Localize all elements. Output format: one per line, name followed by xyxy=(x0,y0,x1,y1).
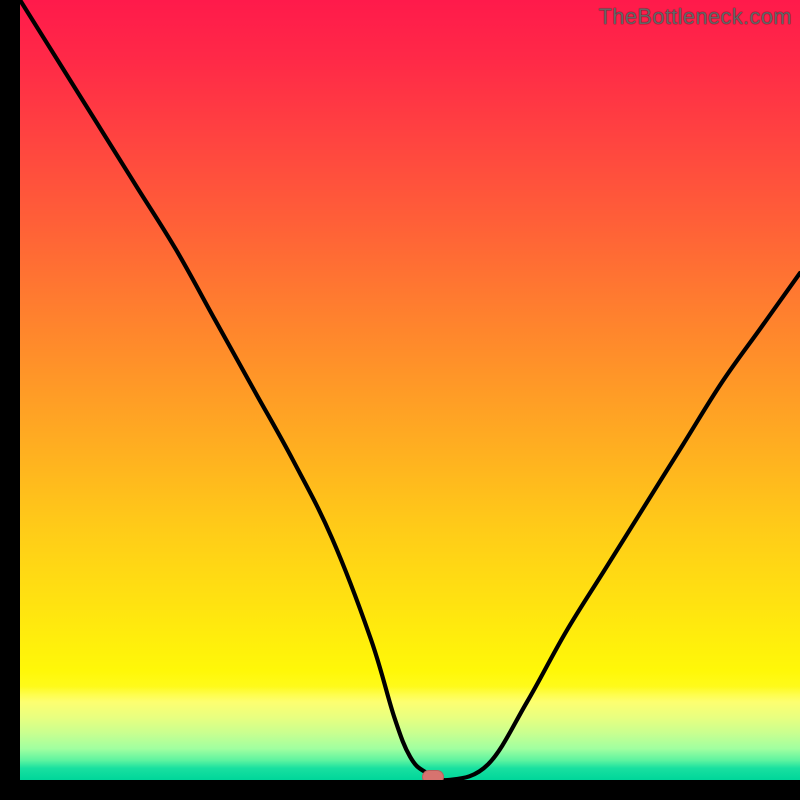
chart-marker xyxy=(422,770,444,780)
chart-plot-area xyxy=(20,0,800,780)
frame-bottom xyxy=(0,780,800,800)
chart-curve xyxy=(20,0,800,780)
watermark-text: TheBottleneck.com xyxy=(599,4,792,30)
frame-left xyxy=(0,0,20,800)
